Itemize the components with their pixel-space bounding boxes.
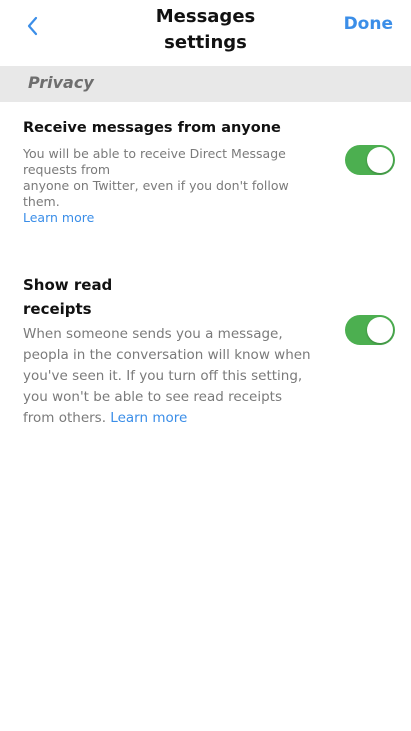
setting-title-receive-messages: Receive messages from anyone [23, 120, 281, 136]
receive-messages-toggle[interactable] [345, 145, 395, 175]
page-title-line1: Messages [155, 6, 256, 27]
desc-line: You will be able to receive Direct Messa… [23, 146, 286, 161]
done-button[interactable]: Done [344, 14, 393, 34]
desc-line: them. [23, 194, 60, 209]
page-title-line2: settings [164, 32, 247, 53]
setting-title-read-receipts: Show read receipts [23, 273, 112, 321]
toggle-knob [367, 317, 393, 343]
desc-text: from others. [23, 410, 106, 426]
desc-line: you've seen it. If you turn off this set… [23, 368, 303, 384]
desc-line: anyone on Twitter, even if you don't fol… [23, 178, 289, 193]
desc-line-last: from others. Learn more [23, 408, 311, 429]
chevron-left-icon [27, 16, 38, 36]
desc-line: requests from [23, 162, 111, 177]
desc-line: you won't be able to see read receipts [23, 389, 283, 405]
title-line: Show read [23, 276, 113, 294]
setting-description-receive-messages: You will be able to receive Direct Messa… [23, 146, 289, 226]
read-receipts-toggle[interactable] [345, 315, 395, 345]
page-title: Messages settings [120, 4, 291, 56]
top-bar: Messages settings Done [0, 0, 411, 66]
title-line: receipts [23, 300, 92, 318]
section-header: Privacy [0, 66, 411, 102]
learn-more-link[interactable]: Learn more [23, 210, 289, 226]
back-button[interactable] [20, 12, 48, 40]
setting-description-read-receipts: When someone sends you a message, peopla… [23, 324, 311, 429]
section-label-privacy: Privacy [28, 73, 94, 92]
learn-more-link[interactable]: Learn more [110, 410, 187, 426]
desc-line: peopla in the conversation will know whe… [23, 347, 311, 363]
toggle-knob [367, 147, 393, 173]
desc-line: When someone sends you a message, [23, 326, 283, 342]
